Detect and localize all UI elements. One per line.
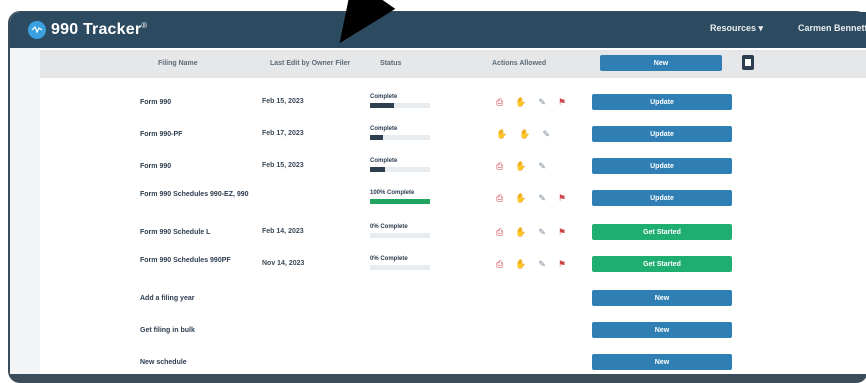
edit-icon[interactable]: ✎ <box>538 161 546 171</box>
row-action-button[interactable]: New <box>592 354 732 370</box>
table-row: Form 990 Feb 15, 2023 Complete ⎙ ✋ ✎ ⚑ Update <box>40 92 866 120</box>
status-text: 100% Complete <box>370 190 415 196</box>
last-edit-date: Feb 14, 2023 <box>262 228 304 235</box>
status-text: 0% Complete <box>370 224 408 230</box>
logo-icon <box>28 21 46 39</box>
last-edit-date: Nov 14, 2023 <box>262 260 305 267</box>
status-text: Complete <box>370 94 398 100</box>
filing-name[interactable]: Form 990 Schedules 990PF <box>140 256 250 265</box>
hand-icon[interactable]: ✋ <box>515 227 526 237</box>
last-edit-date: Feb 15, 2023 <box>262 98 304 105</box>
nav-account[interactable]: Carmen Bennett ▾ <box>798 23 866 34</box>
row-action-button[interactable]: New <box>592 290 732 306</box>
table-row: New schedule New <box>40 352 866 374</box>
filing-name[interactable]: Form 990-PF <box>140 130 250 139</box>
row-action-button[interactable]: Update <box>592 94 732 110</box>
table-row: Get filing in bulk New <box>40 320 866 348</box>
edit-icon[interactable]: ✎ <box>538 227 546 237</box>
last-edit-date: Feb 17, 2023 <box>262 130 304 137</box>
row-action-button[interactable]: Get Started <box>592 224 732 240</box>
pdf-icon[interactable]: ⎙ <box>496 259 503 269</box>
filing-name[interactable]: Form 990 <box>140 98 250 107</box>
table-row: Form 990 Feb 15, 2023 Complete ⎙ ✋ ✎ Update <box>40 156 866 184</box>
hand-icon[interactable]: ✋ <box>515 193 526 203</box>
status-text: 0% Complete <box>370 256 408 262</box>
flag-icon[interactable]: ⚑ <box>558 97 566 107</box>
action-icons: ⎙ ✋ ✎ ⚑ <box>496 259 566 269</box>
table-row: Add a filing year New <box>40 288 866 316</box>
top-navbar: 990 Tracker® Resources ▾ Carmen Bennett … <box>10 12 866 48</box>
action-icons: ✋ ✋ ✎ <box>496 129 550 139</box>
table-row: Form 990-PF Feb 17, 2023 Complete ✋ ✋ ✎ Update <box>40 124 866 152</box>
flag-icon[interactable]: ⚑ <box>558 259 566 269</box>
filing-name[interactable]: Form 990 <box>140 162 250 171</box>
progress-fill <box>370 135 384 140</box>
action-icons: ⎙ ✋ ✎ ⚑ <box>496 193 566 203</box>
progress-bar <box>370 103 430 108</box>
filing-name[interactable]: Add a filing year <box>140 294 250 303</box>
logo[interactable]: 990 Tracker® <box>28 20 147 40</box>
progress-fill <box>370 167 385 172</box>
header-actions: Actions Allowed <box>492 60 547 67</box>
last-edit-date: Feb 15, 2023 <box>262 162 304 169</box>
status-text: Complete <box>370 158 398 164</box>
header-filing-name: Filing Name <box>158 60 198 67</box>
progress-fill <box>370 199 430 204</box>
flag-icon[interactable]: ⚑ <box>558 227 566 237</box>
row-action-button[interactable]: Update <box>592 158 732 174</box>
new-filing-button[interactable]: New <box>600 55 722 71</box>
flag-icon[interactable]: ⚑ <box>558 193 566 203</box>
header-status: Status <box>380 60 402 67</box>
progress-bar <box>370 199 430 204</box>
edit-icon[interactable]: ✎ <box>538 193 546 203</box>
table-row: Form 990 Schedule L Feb 14, 2023 0% Comple… <box>40 222 866 250</box>
filings-table: Filing Name Last Edit by Owner Filer Sta… <box>40 48 866 374</box>
progress-bar <box>370 167 430 172</box>
action-icons: ⎙ ✋ ✎ ⚑ <box>496 227 566 237</box>
hand-icon[interactable]: ✋ <box>515 161 526 171</box>
hand-icon[interactable]: ✋ <box>519 129 530 139</box>
header-last-edit: Last Edit by Owner Filer <box>270 60 351 67</box>
table-row: Form 990 Schedules 990-EZ, 990 100% Compl… <box>40 188 866 216</box>
row-action-button[interactable]: Update <box>592 190 732 206</box>
row-action-button[interactable]: New <box>592 322 732 338</box>
nav-resources[interactable]: Resources ▾ <box>710 23 763 34</box>
hand-icon[interactable]: ✋ <box>515 97 526 107</box>
filing-name[interactable]: New schedule <box>140 358 250 367</box>
hand-icon[interactable]: ✋ <box>515 259 526 269</box>
app-title: 990 Tracker® <box>51 21 148 38</box>
filing-name[interactable]: Form 990 Schedules 990-EZ, 990 <box>140 190 250 199</box>
progress-fill <box>370 103 394 108</box>
progress-bar <box>370 135 430 140</box>
filing-name[interactable]: Form 990 Schedule L <box>140 228 250 237</box>
row-action-button[interactable]: Update <box>592 126 732 142</box>
progress-bar <box>370 265 430 270</box>
table-row: Form 990 Schedules 990PF Nov 14, 2023 0% C… <box>40 254 866 282</box>
filing-name[interactable]: Get filing in bulk <box>140 326 250 335</box>
edit-icon[interactable]: ✎ <box>538 97 546 107</box>
edit-icon[interactable]: ✎ <box>538 259 546 269</box>
action-icons: ⎙ ✋ ✎ ⚑ <box>496 97 566 107</box>
hand-icon[interactable]: ✋ <box>496 129 507 139</box>
row-action-button[interactable]: Get Started <box>592 256 732 272</box>
action-icons: ⎙ ✋ ✎ <box>496 161 546 171</box>
pdf-icon[interactable]: ⎙ <box>496 227 503 237</box>
status-text: Complete <box>370 126 398 132</box>
progress-bar <box>370 233 430 238</box>
pdf-icon[interactable]: ⎙ <box>496 97 503 107</box>
pdf-icon[interactable]: ⎙ <box>496 161 503 171</box>
app-window: 990 Tracker® Resources ▾ Carmen Bennett … <box>10 12 866 374</box>
table-header: Filing Name Last Edit by Owner Filer Sta… <box>40 50 866 78</box>
pdf-icon[interactable]: ⎙ <box>496 193 503 203</box>
clipboard-icon[interactable] <box>742 55 754 70</box>
edit-icon[interactable]: ✎ <box>542 129 550 139</box>
